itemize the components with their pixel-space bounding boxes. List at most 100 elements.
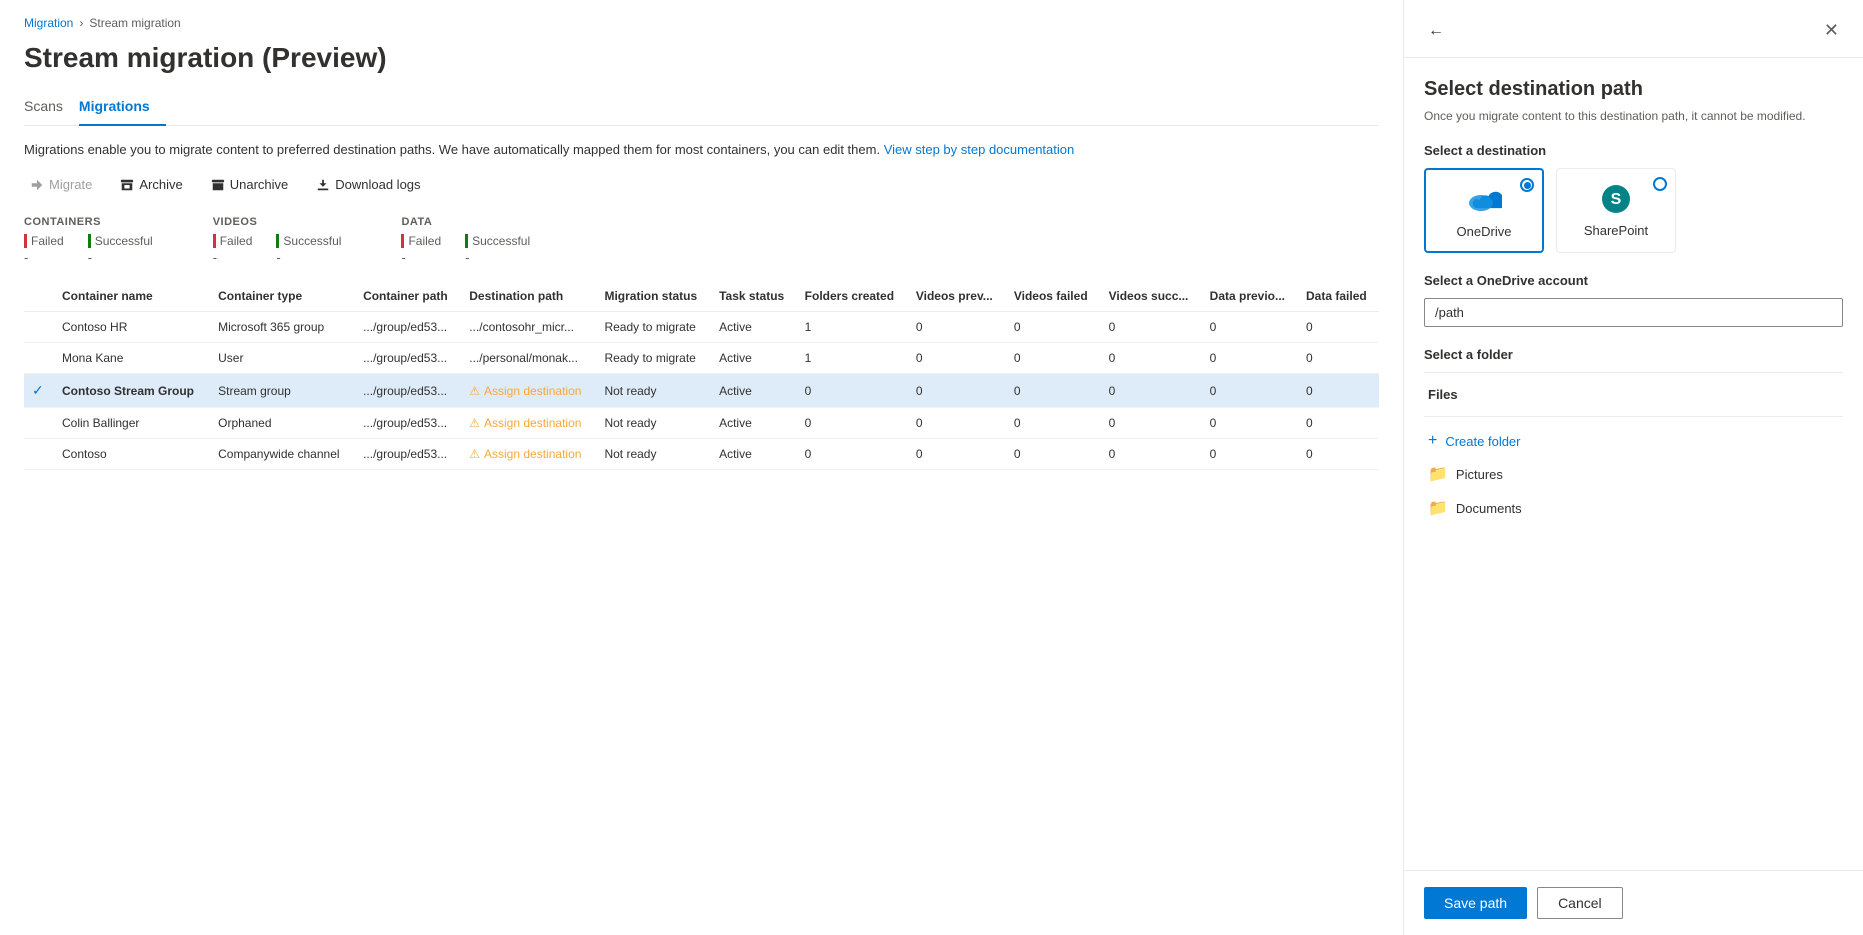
tab-migrations[interactable]: Migrations [79,90,166,126]
sharepoint-icon: S [1598,181,1634,217]
container-path-cell: .../group/ed53... [355,312,461,343]
documents-folder-label: Documents [1456,501,1522,516]
videos-prev-cell: 0 [908,374,1006,408]
successful-bar-green [88,234,91,248]
videos-prev-cell: 0 [908,408,1006,439]
panel-close-button[interactable]: ✕ [1820,16,1843,45]
migrate-button[interactable]: Migrate [24,173,98,196]
container-type-cell: Companywide channel [210,439,355,470]
pictures-folder-item[interactable]: 📁 Pictures [1424,457,1843,491]
row-check[interactable] [24,312,54,343]
col-videos-prev: Videos prev... [908,281,1006,312]
unarchive-icon [211,178,225,192]
sharepoint-card[interactable]: S SharePoint [1556,168,1676,253]
col-videos-failed: Videos failed [1006,281,1101,312]
tab-scans[interactable]: Scans [24,90,79,126]
migration-status-cell: Not ready [596,374,711,408]
folders-cell: 0 [797,374,908,408]
dest-cell[interactable]: Assign destination [461,374,596,408]
breadcrumb-separator: › [79,16,83,30]
videos-succ-cell: 0 [1101,439,1202,470]
panel-subtitle: Once you migrate content to this destina… [1424,109,1843,123]
migrations-table-wrap: Container name Container type Container … [24,281,1379,470]
videos-failed-stat: Failed - [213,234,253,265]
row-check[interactable] [24,408,54,439]
panel-back-button[interactable]: ← [1424,18,1448,44]
onedrive-card[interactable]: OneDrive [1424,168,1544,253]
videos-succ-cell: 0 [1101,312,1202,343]
assign-dest-link[interactable]: Assign destination [469,416,588,430]
table-row[interactable]: ✓ Contoso Stream Group Stream group .../… [24,374,1379,408]
col-videos-succ: Videos succ... [1101,281,1202,312]
containers-successful-stat: Successful - [88,234,153,265]
data-failed-cell: 0 [1298,312,1379,343]
account-section-label: Select a OneDrive account [1424,273,1843,288]
cancel-button[interactable]: Cancel [1537,887,1623,919]
doc-link[interactable]: View step by step documentation [884,142,1075,157]
data-prev-cell: 0 [1202,312,1298,343]
table-row[interactable]: Contoso Companywide channel .../group/ed… [24,439,1379,470]
download-icon [316,178,330,192]
data-label: Data [401,216,530,228]
folders-cell: 0 [797,439,908,470]
row-check[interactable]: ✓ [24,374,54,408]
folders-cell: 1 [797,312,908,343]
assign-dest-link[interactable]: Assign destination [469,384,588,398]
col-data-prev: Data previo... [1202,281,1298,312]
migrate-icon [30,178,44,192]
documents-folder-item[interactable]: 📁 Documents [1424,491,1843,525]
col-data-failed: Data failed [1298,281,1379,312]
toolbar: Migrate Archive Unarchive Download logs [24,173,1379,196]
container-type-cell: Microsoft 365 group [210,312,355,343]
panel-title: Select destination path [1424,78,1843,101]
table-row[interactable]: Colin Ballinger Orphaned .../group/ed53.… [24,408,1379,439]
folder-icon-pictures: 📁 [1428,464,1448,484]
panel-header: ← ✕ [1404,0,1863,58]
create-folder-item[interactable]: + Create folder [1424,425,1843,457]
videos-successful-stat: Successful - [276,234,341,265]
description-text: Migrations enable you to migrate content… [24,142,1379,157]
videos-failed-cell: 0 [1006,312,1101,343]
folder-icon-documents: 📁 [1428,498,1448,518]
page-title: Stream migration (Preview) [24,42,1379,74]
onedrive-radio [1520,178,1534,192]
main-content: Migration › Stream migration Stream migr… [0,0,1403,935]
download-logs-button[interactable]: Download logs [310,173,426,196]
data-prev-cell: 0 [1202,343,1298,374]
task-status-cell: Active [711,312,797,343]
row-check[interactable] [24,343,54,374]
archive-button[interactable]: Archive [114,173,188,196]
dest-cell: .../contosohr_micr... [461,312,596,343]
onedrive-icon [1466,182,1502,218]
account-input[interactable] [1424,298,1843,327]
dest-cell[interactable]: Assign destination [461,439,596,470]
data-failed-stat: Failed - [401,234,441,265]
folder-section: Select a folder Files + Create folder 📁 … [1424,347,1843,525]
videos-failed-cell: 0 [1006,439,1101,470]
container-type-cell: User [210,343,355,374]
containers-failed-stat: Failed - [24,234,64,265]
container-path-cell: .../group/ed53... [355,343,461,374]
dest-cell[interactable]: Assign destination [461,408,596,439]
breadcrumb-parent-link[interactable]: Migration [24,16,73,30]
save-path-button[interactable]: Save path [1424,887,1527,919]
migration-status-cell: Not ready [596,408,711,439]
containers-label: Containers [24,216,153,228]
table-row[interactable]: Contoso HR Microsoft 365 group .../group… [24,312,1379,343]
container-name-cell: Mona Kane [54,343,210,374]
failed-bar-red [24,234,27,248]
task-status-cell: Active [711,374,797,408]
task-status-cell: Active [711,343,797,374]
folders-cell: 1 [797,343,908,374]
destination-cards: OneDrive S SharePoint [1424,168,1843,253]
dest-cell: .../personal/monak... [461,343,596,374]
row-check[interactable] [24,439,54,470]
table-row[interactable]: Mona Kane User .../group/ed53... .../per… [24,343,1379,374]
migration-status-cell: Not ready [596,439,711,470]
sharepoint-radio [1653,177,1667,191]
files-divider [1424,416,1843,417]
unarchive-button[interactable]: Unarchive [205,173,295,196]
sharepoint-label: SharePoint [1584,223,1648,238]
assign-dest-link[interactable]: Assign destination [469,447,588,461]
panel-content: Select destination path Once you migrate… [1404,58,1863,870]
